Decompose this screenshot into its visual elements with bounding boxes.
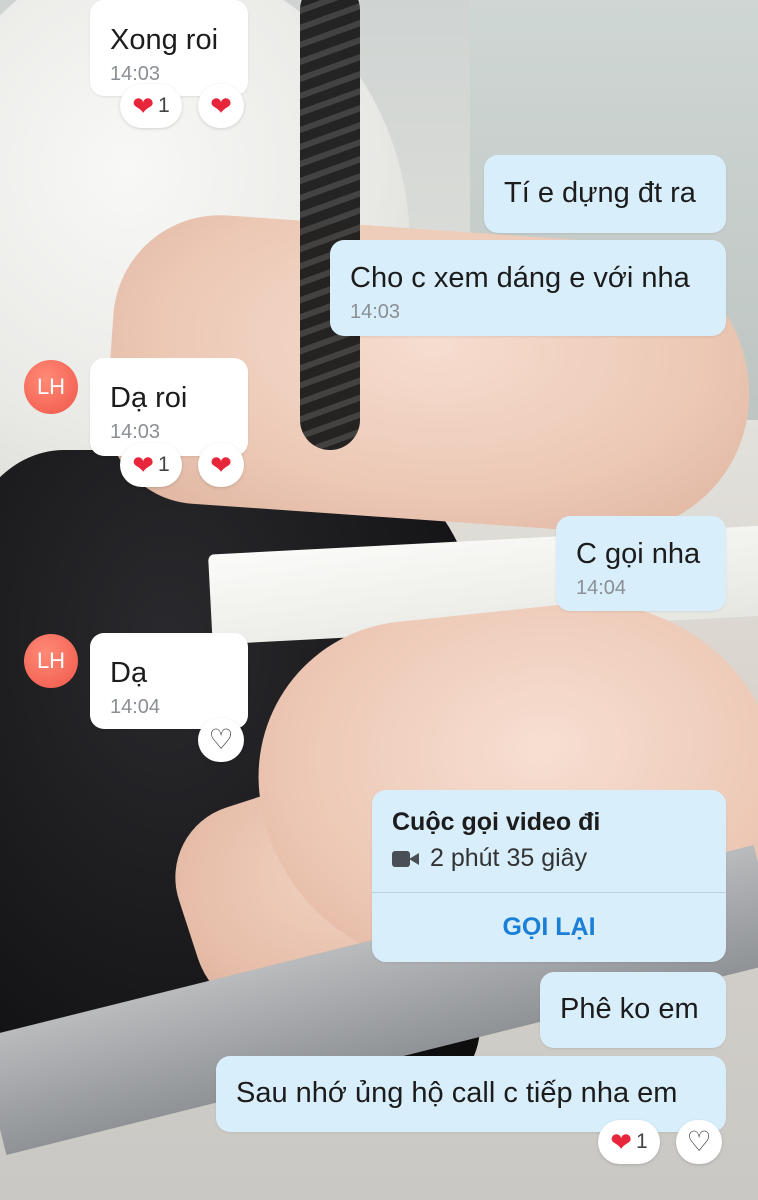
message-time: 14:03 — [110, 63, 161, 85]
message-bubble-outgoing[interactable]: C gọi nha 14:04 — [556, 516, 726, 611]
video-call-card: Cuộc gọi video đi 2 phút 35 giây GỌI LẠI — [372, 790, 726, 962]
heart-outline-icon: ♡ — [208, 724, 234, 755]
heart-icon: ❤ — [210, 91, 232, 121]
message-bubble-incoming[interactable]: Dạ roi 14:03 — [90, 358, 248, 456]
message-text: Cho c xem dáng e với nha — [350, 262, 690, 294]
message-text: Dạ roi — [110, 382, 188, 414]
message-bubble-outgoing[interactable]: Sau nhớ ủng hộ call c tiếp nha em — [216, 1056, 726, 1132]
message-time: 14:03 — [110, 421, 161, 443]
heart-icon: ❤ — [610, 1127, 633, 1157]
heart-icon: ❤ — [132, 91, 155, 121]
message-time: 14:04 — [110, 696, 161, 718]
avatar[interactable]: LH — [24, 360, 78, 414]
message-text: Sau nhớ ủng hộ call c tiếp nha em — [236, 1077, 678, 1109]
message-bubble-outgoing[interactable]: Tí e dựng đt ra — [484, 155, 726, 233]
reaction-summary[interactable]: ❤ 1 — [120, 84, 182, 128]
message-text: C gọi nha — [576, 538, 701, 570]
message-time: 14:03 — [350, 301, 401, 323]
call-duration: 2 phút 35 giây — [430, 844, 588, 872]
avatar[interactable]: LH — [24, 634, 78, 688]
react-button[interactable]: ❤ — [198, 443, 244, 487]
reaction-summary[interactable]: ❤ 1 — [120, 443, 182, 487]
heart-icon: ❤ — [210, 450, 232, 480]
avatar-initials: LH — [36, 374, 66, 399]
react-button[interactable]: ♡ — [676, 1120, 722, 1164]
message-text: Tí e dựng đt ra — [504, 177, 696, 209]
message-text: Phê ko em — [560, 993, 699, 1025]
video-camera-icon — [392, 849, 420, 869]
message-text: Xong roi — [110, 24, 219, 56]
call-title: Cuộc gọi video đi — [392, 808, 601, 836]
reaction-count: 1 — [636, 1130, 648, 1153]
message-time: 14:04 — [576, 577, 627, 599]
message-bubble-incoming[interactable]: Dạ 14:04 — [90, 633, 248, 729]
call-duration-row: 2 phút 35 giây — [392, 844, 587, 873]
chat-thread: Xong roi 14:03 ❤ 1 ❤ Tí e dựng đt ra Cho… — [0, 0, 758, 1200]
heart-outline-icon: ♡ — [686, 1126, 712, 1157]
message-bubble-outgoing[interactable]: Phê ko em — [540, 972, 726, 1048]
reaction-count: 1 — [158, 94, 170, 117]
avatar-initials: LH — [36, 648, 66, 673]
react-button[interactable]: ❤ — [198, 84, 244, 128]
message-text: Dạ — [110, 657, 148, 689]
message-bubble-incoming[interactable]: Xong roi 14:03 — [90, 0, 248, 96]
reaction-count: 1 — [158, 453, 170, 476]
message-bubble-outgoing[interactable]: Cho c xem dáng e với nha 14:03 — [330, 240, 726, 336]
react-button[interactable]: ♡ — [198, 718, 244, 762]
reaction-summary[interactable]: ❤ 1 — [598, 1120, 660, 1164]
heart-icon: ❤ — [132, 450, 155, 480]
call-back-button[interactable]: GỌI LẠI — [372, 893, 726, 962]
